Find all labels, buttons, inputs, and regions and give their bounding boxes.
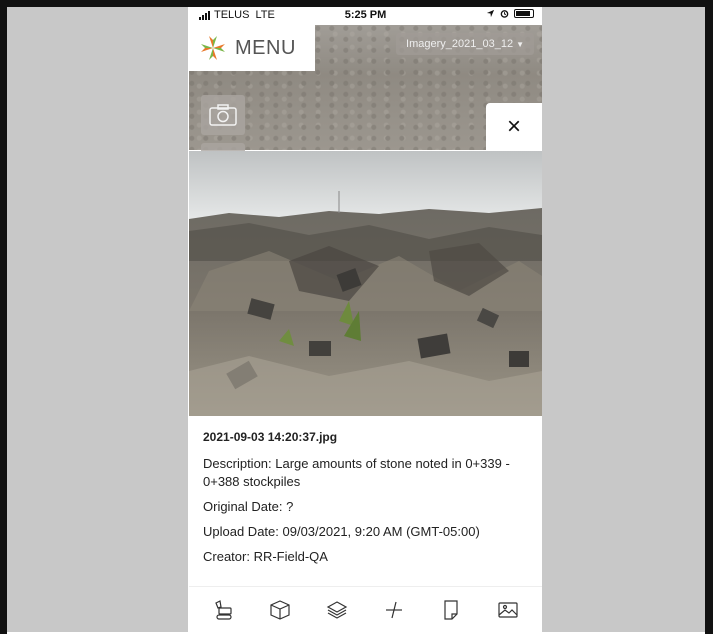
bottom-toolbar [189,586,542,632]
alarm-icon [500,10,509,18]
battery-icon [514,9,534,18]
site-photo[interactable] [189,151,542,416]
note-button[interactable] [434,593,468,627]
photo-upload-date: Upload Date: 09/03/2021, 9:20 AM (GMT-05… [203,524,480,539]
side-background-left [7,7,188,632]
side-background-right [542,7,705,632]
3d-model-button[interactable] [263,593,297,627]
frame-top-border [0,0,713,7]
layers-icon [326,600,348,619]
location-arrow-icon [486,9,495,18]
status-bar: TELUS LTE 5:25 PM [189,7,542,25]
frame-left-border [0,0,7,634]
photo-details-panel: 2021-09-03 14:20:37.jpg Description: Lar… [189,416,542,586]
logo-icon [201,36,225,60]
photo-creator: Creator: RR-Field-QA [203,549,328,564]
cube-icon [270,599,290,620]
menu-label: MENU [235,36,296,59]
photo-filename: 2021-09-03 14:20:37.jpg [203,430,338,444]
frame-right-border [705,0,713,634]
measure-icon [385,601,402,618]
imagery-selected: Imagery_2021_03_12 [406,38,514,50]
measure-button[interactable] [377,593,411,627]
photo-original-date: Original Date: ? [203,499,294,514]
menu-button[interactable]: MENU [189,25,315,71]
photo-image [189,151,542,416]
photo-description: Description: Large amounts of stone note… [203,456,510,489]
camera-button[interactable] [201,95,245,135]
imagery-dropdown[interactable]: Imagery_2021_03_12 ▼ [396,33,534,55]
status-right [486,9,534,18]
excavator-icon [215,599,233,620]
camera-icon [209,104,237,126]
close-icon: × [506,113,521,140]
excavator-button[interactable] [206,593,240,627]
image-icon [497,601,518,618]
note-icon [444,599,458,620]
close-button[interactable]: × [486,103,542,151]
layers-button[interactable] [320,593,354,627]
images-button[interactable] [491,593,525,627]
caret-down-icon: ▼ [516,39,524,49]
phone-screen: TELUS LTE 5:25 PM MENU Imagery_2021_03_1… [189,7,542,632]
